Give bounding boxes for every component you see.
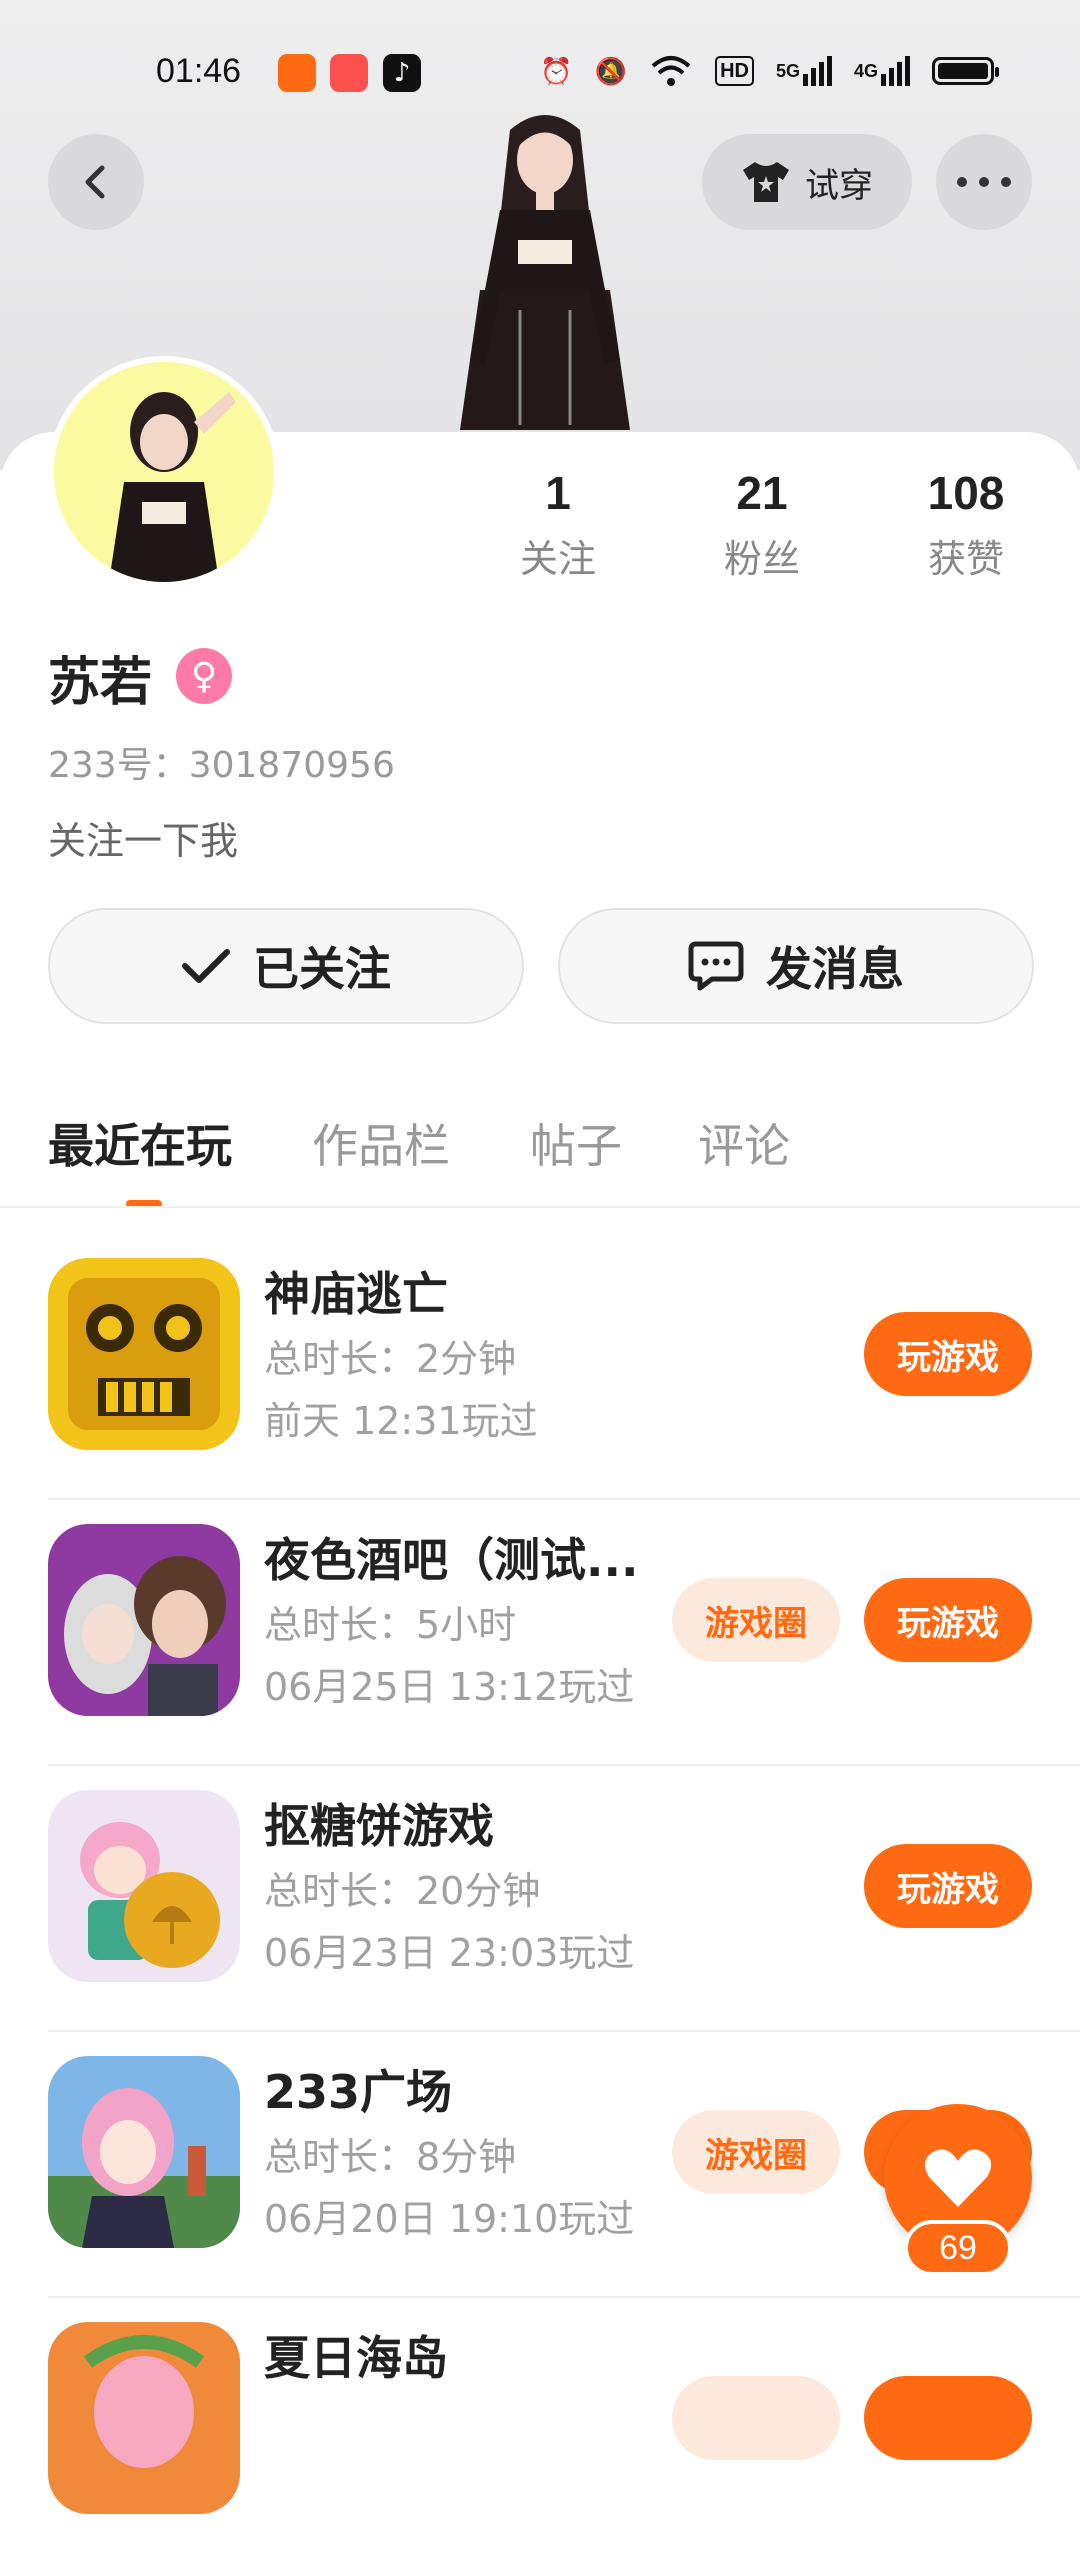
tab-comments[interactable]: 评论	[698, 1110, 790, 1176]
tab-recently-played[interactable]: 最近在玩	[48, 1110, 232, 1176]
following-label: 关注	[519, 537, 596, 581]
play-game-button[interactable]: 玩游戏	[864, 1578, 1032, 1662]
alarm-icon: ⏰	[540, 55, 573, 86]
likes-label: 获赞	[927, 537, 1004, 581]
game-duration: 总时长：2分钟	[264, 1337, 517, 1381]
game-title: 夏日海岛	[264, 2331, 448, 2385]
game-last-played: 06月25日 13:12玩过	[264, 1665, 635, 1709]
battery-icon	[932, 57, 999, 85]
net-4g-label: 4G	[853, 60, 878, 81]
game-circle-button[interactable]: 游戏圈	[672, 1578, 840, 1662]
game-circle-button[interactable]	[672, 2376, 840, 2460]
list-item[interactable]: 夏日海岛	[0, 2298, 1080, 2564]
stat-following[interactable]: 1 关注	[478, 466, 638, 583]
more-dots-icon	[957, 177, 1011, 187]
likes-count: 108	[927, 467, 1005, 519]
check-icon	[182, 949, 230, 983]
send-message-label: 发消息	[766, 942, 904, 996]
stat-likes[interactable]: 108 获赞	[886, 466, 1046, 583]
list-item[interactable]: 抠糖饼游戏 总时长：20分钟 06月23日 23:03玩过 玩游戏	[0, 1766, 1080, 2032]
signal-5g-icon: 5G	[776, 54, 832, 88]
following-count: 1	[545, 467, 571, 519]
game-duration: 总时长：5小时	[264, 1603, 517, 1647]
stat-fans[interactable]: 21 粉丝	[682, 466, 842, 583]
game-title: 神庙逃亡	[264, 1267, 448, 1321]
summer-island-icon	[48, 2322, 240, 2514]
game-last-played: 前天 12:31玩过	[264, 1399, 538, 1443]
try-on-label: 试穿	[805, 165, 873, 206]
game-last-played: 06月20日 19:10玩过	[264, 2197, 635, 2241]
play-game-button[interactable]	[864, 2376, 1032, 2460]
game-duration: 总时长：8分钟	[264, 2135, 517, 2179]
avatar-character-image	[54, 362, 274, 582]
game-last-played: 06月23日 23:03玩过	[264, 1931, 635, 1975]
wifi-icon	[649, 54, 693, 88]
user-avatar[interactable]	[48, 356, 280, 588]
back-button[interactable]	[48, 134, 144, 230]
chevron-left-icon	[85, 165, 105, 199]
tiktok-icon: ♪	[383, 54, 421, 92]
net-5g-label: 5G	[775, 60, 800, 81]
fans-label: 粉丝	[723, 537, 800, 581]
try-on-button[interactable]: 试穿	[702, 134, 912, 230]
female-icon: ♀	[176, 648, 232, 704]
list-item[interactable]: 夜色酒吧（测试... 总时长：5小时 06月25日 13:12玩过 游戏圈 玩游…	[0, 1500, 1080, 1766]
game-title: 抠糖饼游戏	[264, 1799, 494, 1853]
status-bar: 01:46 ♪ ⏰ 🔕 HD 5G 4G	[0, 40, 1080, 104]
play-game-button[interactable]: 玩游戏	[864, 1844, 1032, 1928]
game-duration: 总时长：20分钟	[264, 1869, 541, 1913]
followed-label: 已关注	[253, 942, 391, 996]
mute-icon: 🔕	[594, 55, 628, 86]
game-circle-button[interactable]: 游戏圈	[672, 2110, 840, 2194]
followed-button[interactable]: 已关注	[48, 908, 524, 1024]
list-item[interactable]: 神庙逃亡 总时长：2分钟 前天 12:31玩过 玩游戏	[0, 1234, 1080, 1500]
user-id: 233号：301870956	[48, 745, 395, 786]
tshirt-icon	[743, 162, 789, 202]
more-options-button[interactable]	[936, 134, 1032, 230]
heart-icon	[924, 2149, 992, 2207]
message-bubble-icon	[688, 941, 744, 991]
game-title: 233广场	[264, 2065, 453, 2119]
profile-tabs: 最近在玩 作品栏 帖子 评论	[0, 1110, 1080, 1210]
like-count-badge: 69	[904, 2220, 1012, 2276]
tab-posts[interactable]: 帖子	[530, 1110, 622, 1176]
fans-count: 21	[736, 467, 788, 519]
temple-run-icon	[48, 1258, 240, 1450]
status-time: 01:46	[156, 52, 242, 90]
dalgona-game-icon	[48, 1790, 240, 1982]
user-nickname: 苏若	[48, 653, 153, 713]
app-notification-icon	[278, 54, 316, 92]
play-game-button[interactable]: 玩游戏	[864, 1312, 1032, 1396]
game-title: 夜色酒吧（测试...	[264, 1533, 639, 1587]
send-message-button[interactable]: 发消息	[558, 908, 1034, 1024]
signal-4g-icon: 4G	[854, 54, 910, 88]
avatar-3d-character	[460, 115, 630, 430]
divider	[0, 1206, 1080, 1208]
plaza-233-icon	[48, 2056, 240, 2248]
app-notification-icon	[330, 54, 368, 92]
user-bio: 关注一下我	[48, 819, 239, 863]
night-bar-icon	[48, 1524, 240, 1716]
tab-works[interactable]: 作品栏	[312, 1110, 450, 1176]
hd-icon: HD	[715, 56, 754, 86]
